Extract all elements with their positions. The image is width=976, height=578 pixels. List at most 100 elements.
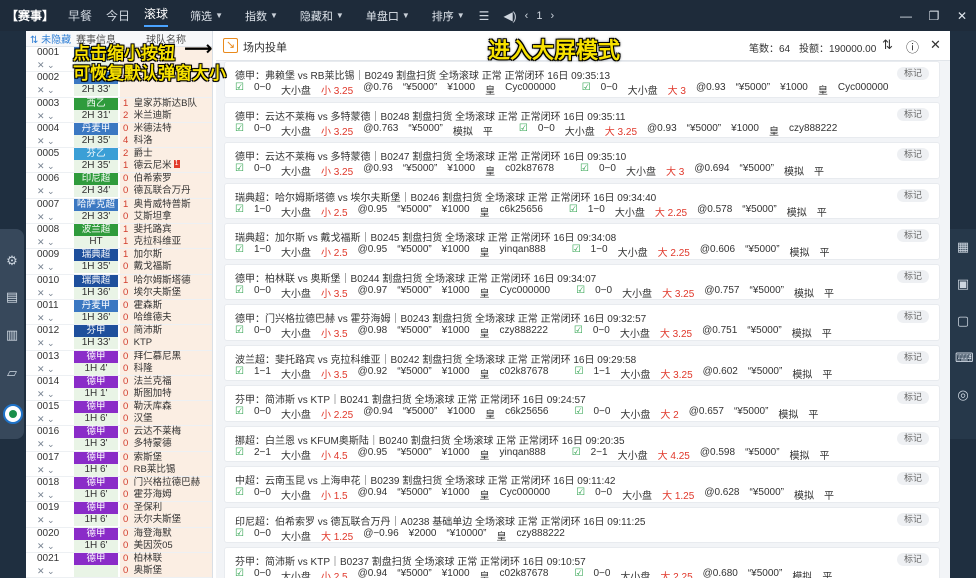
bet-card[interactable]: 德甲：柏林联 vs 奥斯堡｜B0244 割盘扫货 全场滚球 正常 正常闭环 16… bbox=[224, 263, 940, 300]
collapse-icon[interactable]: ✕ ⌄ bbox=[37, 489, 72, 501]
mark-button[interactable]: 标记 bbox=[897, 472, 929, 485]
list-item[interactable]: 0006 ✕ ⌄ 印尼超 2H 34' 0 伯希索罗 0 德瓦联合万丹 bbox=[26, 173, 212, 199]
single-market-dropdown[interactable]: 单盘口 ▼ bbox=[366, 8, 410, 24]
list-item[interactable]: 0013 ✕ ⌄ 德甲 1H 4' 0 拜仁慕尼黑 0 科隆 bbox=[26, 350, 212, 376]
mark-button[interactable]: 标记 bbox=[897, 391, 929, 404]
keyboard-icon[interactable]: ⌨ bbox=[955, 350, 974, 366]
mark-button[interactable]: 标记 bbox=[897, 229, 929, 242]
tab-breakfast[interactable]: 早餐 bbox=[68, 7, 92, 24]
mark-button[interactable]: 标记 bbox=[897, 107, 929, 121]
mark-button[interactable]: 标记 bbox=[897, 553, 929, 566]
restore-icon[interactable]: ❐ bbox=[920, 9, 948, 23]
collapse-icon[interactable]: ✕ ⌄ bbox=[37, 438, 72, 450]
collapse-icon[interactable]: ✕ ⌄ bbox=[37, 363, 72, 375]
list-item[interactable]: 0016 ✕ ⌄ 德甲 1H 3' 0 云达不莱梅 0 多特蒙德 bbox=[26, 426, 212, 452]
row-id: 0018 bbox=[37, 477, 60, 489]
mark-button[interactable]: 标记 bbox=[897, 67, 929, 80]
bet-card[interactable]: 挪超：白兰恩 vs KFUM奥斯陆｜B0240 割盘扫货 全场滚球 正常 正常闭… bbox=[224, 425, 940, 462]
collapse-icon[interactable]: ✕ ⌄ bbox=[37, 185, 72, 197]
list-item[interactable]: 0011 ✕ ⌄ 丹麦甲 1H 36' 0 霍森斯 0 哈维德夫 bbox=[26, 299, 212, 326]
server-icon[interactable]: ▤ bbox=[4, 289, 20, 305]
mark-button[interactable]: 标记 bbox=[897, 350, 929, 364]
volume-icon[interactable]: ◀) bbox=[503, 9, 516, 23]
hide-draw-dropdown[interactable]: 隐藏和 ▼ bbox=[300, 8, 344, 24]
sort-dropdown[interactable]: 排序 ▼ bbox=[432, 8, 465, 24]
mark-button[interactable]: 标记 bbox=[897, 148, 929, 161]
list-item[interactable]: 0018 ✕ ⌄ 德甲 1H 6' 0 门兴格拉德巴赫 0 霍芬海姆 bbox=[26, 477, 212, 503]
collapse-icon[interactable]: ✕ ⌄ bbox=[37, 565, 72, 577]
help-icon[interactable]: ⓘ bbox=[906, 37, 919, 56]
database-icon[interactable]: ▥ bbox=[4, 327, 20, 343]
bet-card[interactable]: 瑞典超：加尔斯 vs 戴戈福斯｜B0245 割盘扫货 全场滚球 正常 正常闭环 … bbox=[224, 223, 940, 260]
list-item[interactable]: 0017 ✕ ⌄ 德甲 1H 6' 0 索斯堡 0 RB莱比锡 bbox=[26, 451, 212, 478]
user-settings-icon[interactable]: ⚙ bbox=[4, 253, 20, 269]
mark-button[interactable]: 标记 bbox=[897, 269, 929, 283]
collapse-icon[interactable]: ✕ ⌄ bbox=[37, 413, 72, 425]
list-item[interactable]: 0021 ✕ ⌄ 德甲 0 柏林联 0 奥斯堡 bbox=[26, 552, 212, 578]
bet-card[interactable]: 德甲：云达不莱梅 vs 多特蒙德｜B0247 割盘扫货 全场滚球 正常 正常闭环… bbox=[224, 142, 940, 179]
collapse-icon[interactable]: ✕ ⌄ bbox=[37, 236, 72, 248]
list-item[interactable]: 0014 ✕ ⌄ 德甲 1H 1' 0 法兰克福 0 斯图加特 bbox=[26, 375, 212, 402]
collapse-icon[interactable]: ✕ ⌄ bbox=[37, 514, 72, 526]
list-item[interactable]: 0012 ✕ ⌄ 芬甲 1H 33' 0 简沛斯 0 KTP bbox=[26, 325, 212, 351]
mark-button[interactable]: 标记 bbox=[897, 188, 929, 202]
list-item[interactable]: 0020 ✕ ⌄ 德甲 1H 6' 0 海登海默 0 美因茨05 bbox=[26, 527, 212, 553]
chart-icon[interactable]: ▱ bbox=[4, 365, 20, 381]
headset-icon[interactable]: ◎ bbox=[955, 387, 971, 403]
page-next-icon[interactable]: › bbox=[550, 10, 554, 22]
mark-button[interactable]: 标记 bbox=[897, 512, 929, 526]
bet-card[interactable]: 德甲：云达不莱梅 vs 多特蒙德｜B0248 割盘扫货 全场滚球 正常 正常闭环… bbox=[224, 101, 940, 138]
close-window-icon[interactable]: ✕ bbox=[948, 9, 976, 23]
close-icon[interactable]: ✕ bbox=[930, 37, 941, 53]
collapse-icon[interactable]: ✕ ⌄ bbox=[37, 110, 72, 122]
grid-icon[interactable]: ▦ bbox=[955, 239, 971, 255]
bet-card[interactable]: 德甲：门兴格拉德巴赫 vs 霍芬海姆｜B0243 割盘扫货 全场滚球 正常 正常… bbox=[224, 304, 940, 341]
list-item[interactable]: 0004 ✕ ⌄ 丹麦甲 2H 35' 0 米德法特 4 科洛 bbox=[26, 122, 212, 149]
hide-toggle[interactable]: ⇅ 未隐藏 bbox=[26, 31, 72, 46]
bet-card[interactable]: 德甲：弗赖堡 vs RB莱比锡｜B0249 割盘扫货 全场滚球 正常 正常闭环 … bbox=[224, 61, 940, 98]
collapse-icon[interactable]: ✕ ⌄ bbox=[37, 464, 72, 476]
clipboard-icon[interactable]: ▣ bbox=[955, 276, 971, 292]
collapse-icon[interactable]: ✕ ⌄ bbox=[37, 540, 72, 552]
collapse-icon[interactable]: ✕ ⌄ bbox=[37, 287, 72, 299]
collapse-icon[interactable]: ✕ ⌄ bbox=[37, 160, 72, 172]
list-item[interactable]: 0005 ✕ ⌄ 芬乙 2H 35' 2 爵士 1 德云尼米 1 bbox=[26, 148, 212, 174]
list-item[interactable]: 0003 ✕ ⌄ 西乙 2H 31' 1 皇家苏斯达B队 2 米兰迪斯 bbox=[26, 97, 212, 123]
mark-button[interactable]: 标记 bbox=[897, 310, 929, 323]
collapse-icon[interactable]: ✕ ⌄ bbox=[37, 388, 72, 400]
collapse-icon[interactable]: ✕ ⌄ bbox=[37, 312, 72, 324]
list-item[interactable]: 0010 ✕ ⌄ 瑞典超 1H 36' 1 哈尔姆斯塔德 0 埃尔夫斯堡 bbox=[26, 274, 212, 300]
collapse-icon[interactable]: ✕ ⌄ bbox=[37, 135, 72, 147]
filter-dropdown[interactable]: 筛选 ▼ bbox=[190, 8, 223, 24]
wallet-icon[interactable]: ▢ bbox=[955, 313, 971, 329]
away-score: 4 bbox=[123, 134, 129, 146]
bet-field: 皇 bbox=[479, 450, 490, 462]
list-item[interactable]: 0007 ✕ ⌄ 哈萨克超 2H 33' 1 奥肯威特普斯 0 艾斯坦拿 bbox=[26, 198, 212, 225]
mark-button[interactable]: 标记 bbox=[897, 431, 929, 445]
collapse-icon[interactable]: ✕ ⌄ bbox=[37, 59, 72, 71]
bet-card[interactable]: 印尼超：伯希索罗 vs 德瓦联合万丹｜A0238 基础单边 全场滚球 正常 正常… bbox=[224, 506, 940, 543]
filter-sliders-icon[interactable]: ⇅ bbox=[882, 37, 893, 53]
bet-card[interactable]: 中超：云南玉昆 vs 上海申花｜B0239 割盘扫货 全场滚球 正常 正常闭环 … bbox=[224, 466, 940, 503]
collapse-icon[interactable]: ✕ ⌄ bbox=[37, 337, 72, 349]
list-item[interactable]: 0015 ✕ ⌄ 德甲 1H 6' 0 勒沃库森 0 汉堡 bbox=[26, 401, 212, 427]
eye-icon[interactable] bbox=[3, 404, 23, 424]
home-team: 云达不莱梅 bbox=[133, 426, 182, 438]
list-item[interactable]: 0009 ✕ ⌄ 瑞典超 1H 35' 1 加尔斯 0 戴戈福斯 bbox=[26, 249, 212, 275]
page-prev-icon[interactable]: ‹ bbox=[525, 10, 529, 22]
collapse-icon[interactable]: ✕ ⌄ bbox=[37, 84, 72, 96]
tab-live[interactable]: 滚球 bbox=[144, 5, 169, 27]
collapse-icon[interactable]: ✕ ⌄ bbox=[37, 211, 72, 223]
tab-today[interactable]: 今日 bbox=[106, 7, 130, 24]
bet-card[interactable]: 芬甲：简沛斯 vs KTP｜B0241 割盘扫货 全场滚球 正常 正常闭环 16… bbox=[224, 385, 940, 422]
minimize-icon[interactable]: — bbox=[892, 9, 920, 23]
settings-sliders-icon[interactable]: ☰ bbox=[479, 9, 490, 23]
bet-field: “¥5000” bbox=[408, 122, 443, 134]
collapse-icon[interactable]: ✕ ⌄ bbox=[37, 261, 72, 273]
list-item[interactable]: 0008 ✕ ⌄ 波兰超 HT 1 斐托路宾 1 克拉科维亚 bbox=[26, 224, 212, 250]
bet-card[interactable]: 波兰超：斐托路宾 vs 克拉科维亚｜B0242 割盘扫货 全场滚球 正常 正常闭… bbox=[224, 344, 940, 381]
index-dropdown[interactable]: 指数 ▼ bbox=[245, 8, 278, 24]
list-item[interactable]: 0019 ✕ ⌄ 德甲 1H 6' 0 圣保利 0 沃尔夫斯堡 bbox=[26, 502, 212, 528]
bet-card[interactable]: 瑞典超：哈尔姆斯塔德 vs 埃尔夫斯堡｜B0246 割盘扫货 全场滚球 正常 正… bbox=[224, 182, 940, 219]
bet-card[interactable]: 芬甲：简沛斯 vs KTP｜B0237 割盘扫货 全场滚球 正常 正常闭环 16… bbox=[224, 547, 940, 578]
